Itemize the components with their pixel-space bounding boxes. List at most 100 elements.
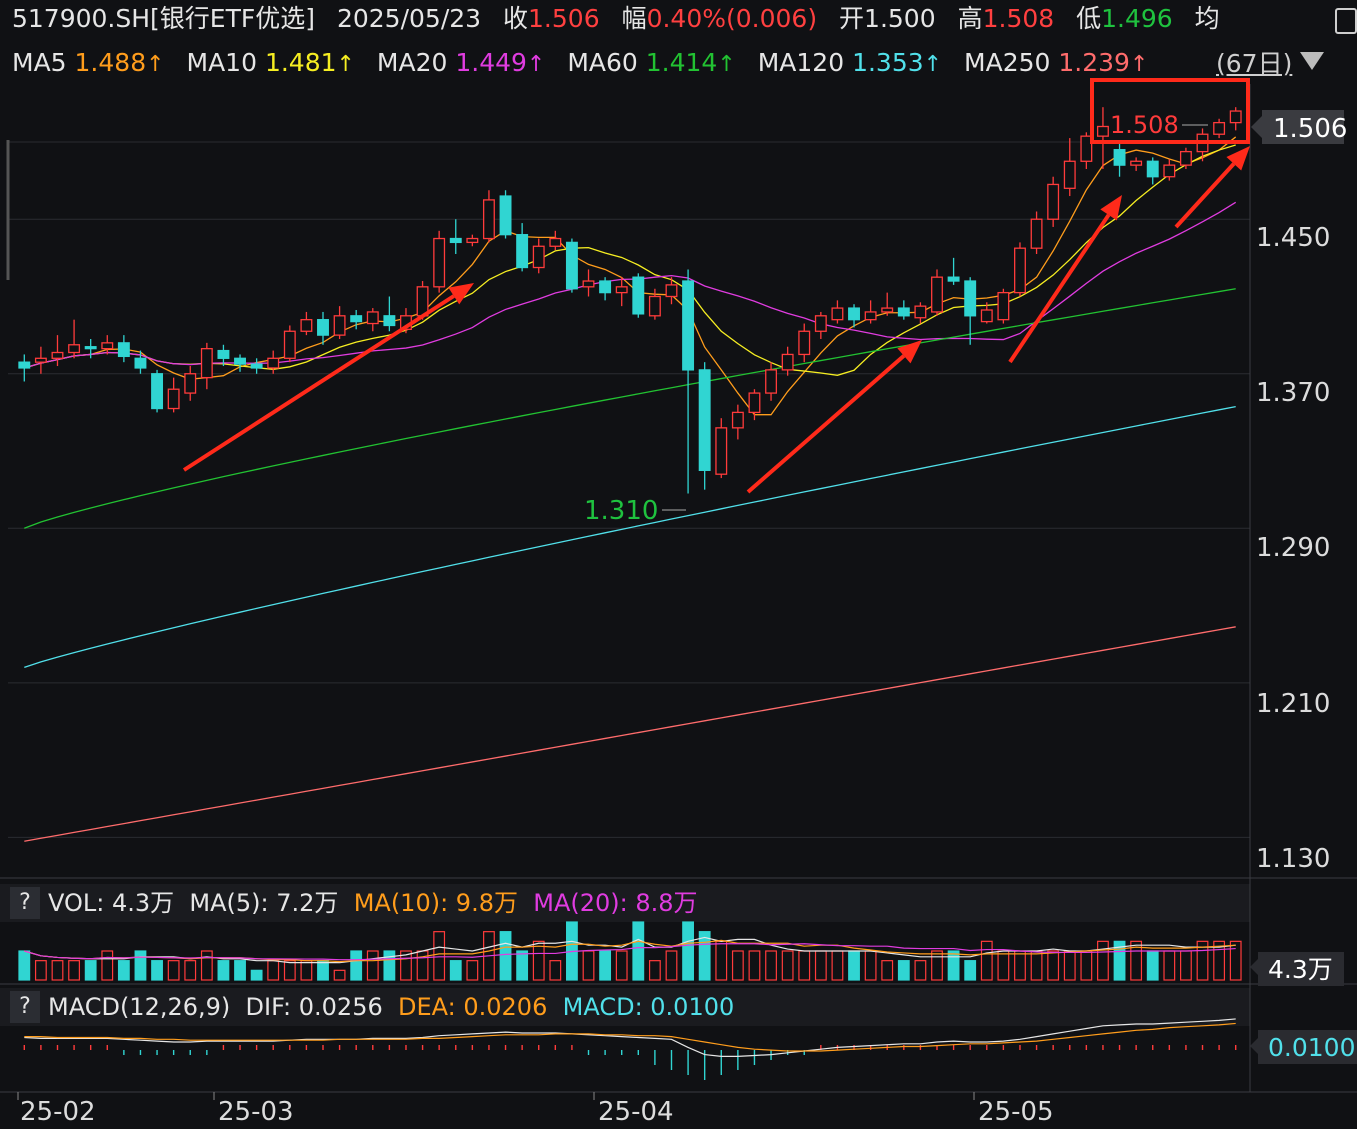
price-tick-1130: 1.130 <box>1256 844 1330 874</box>
vol-label: VOL: 4.3万 <box>48 889 175 917</box>
volume-bar <box>68 960 80 981</box>
volume-bar <box>964 960 977 981</box>
volume-bar <box>748 950 761 981</box>
candle-body <box>897 307 910 317</box>
candle-body <box>1229 110 1242 124</box>
candle-body <box>1030 218 1043 249</box>
candle-body <box>1163 164 1176 178</box>
price-tick-1370: 1.370 <box>1256 378 1330 408</box>
candle-body <box>449 237 462 244</box>
volume-bar <box>980 940 993 981</box>
candle-body <box>1047 183 1060 220</box>
candle-body <box>51 351 64 359</box>
candle-body <box>84 346 97 350</box>
candle-body <box>366 311 379 325</box>
volume-bar <box>798 950 811 981</box>
candle-body <box>864 311 877 321</box>
dif-label: DIF: 0.0256 <box>245 993 383 1021</box>
vol-ma5-label: MA(5): 7.2万 <box>189 889 339 917</box>
candle-body <box>931 276 943 313</box>
volume-legend: VOL: 4.3万 MA(5): 7.2万 MA(10): 9.8万 MA(20… <box>48 887 698 919</box>
volume-bar <box>599 950 612 981</box>
candle-body <box>234 357 246 365</box>
candle-body <box>1213 121 1226 135</box>
candle-body <box>980 309 993 323</box>
volume-bar <box>234 960 246 981</box>
candle-body <box>798 330 811 356</box>
macd-help-button[interactable]: ? <box>10 991 40 1023</box>
candle-body <box>200 347 213 379</box>
volume-bar <box>864 950 877 981</box>
price-tick-1210: 1.210 <box>1256 689 1330 719</box>
date-label-may: 25-05 <box>978 1097 1054 1127</box>
macd-histogram <box>23 1045 1237 1080</box>
volume-bar <box>466 960 479 981</box>
candle-body <box>134 357 147 369</box>
ma250-line <box>24 626 1236 842</box>
candle-body <box>18 361 31 369</box>
volume-bar <box>200 950 213 981</box>
volume-help-button[interactable]: ? <box>10 887 40 919</box>
volume-bar <box>1097 940 1109 981</box>
volume-bar <box>516 950 529 981</box>
candle-body <box>433 237 446 288</box>
high-marker: 1.508 <box>1110 111 1179 139</box>
volume-bar <box>267 960 280 981</box>
volume-bar <box>217 960 230 981</box>
candles <box>18 107 1242 494</box>
volume-bar <box>848 950 860 981</box>
candle-body <box>267 357 280 369</box>
candle-body <box>250 363 263 369</box>
volume-bar <box>914 960 927 981</box>
candle-body <box>217 349 230 359</box>
volume-bar <box>134 950 147 981</box>
volume-bar <box>1030 950 1043 981</box>
candle-body <box>482 199 495 240</box>
volume-bar <box>433 931 446 981</box>
candle-body <box>599 280 612 294</box>
volume-bar <box>1163 950 1176 981</box>
volume-bar <box>18 950 31 981</box>
volume-bar <box>350 950 363 981</box>
volume-bar <box>449 960 462 981</box>
volume-bar <box>765 950 777 981</box>
current-price-tag: 1.506 <box>1273 114 1347 144</box>
date-label-apr: 25-04 <box>598 1097 674 1127</box>
volume-bar <box>101 950 114 981</box>
volume-bar <box>781 950 794 981</box>
macd-current-tag: 0.0100 <box>1268 1033 1355 1062</box>
volume-bar <box>831 950 844 981</box>
volume-bar <box>1180 950 1192 981</box>
volume-bar <box>947 950 960 981</box>
candle-body <box>1014 247 1026 294</box>
candle-body <box>151 373 164 410</box>
candle-body <box>383 315 396 327</box>
macd-legend: MACD(12,26,9) DIF: 0.0256 DEA: 0.0206 MA… <box>48 991 734 1023</box>
candle-body <box>748 392 761 414</box>
candle-body <box>167 388 180 410</box>
candle-body <box>565 241 578 290</box>
candle-body <box>582 280 595 288</box>
candle-body <box>466 237 479 244</box>
macd-title: MACD(12,26,9) <box>48 993 231 1021</box>
kline-chart[interactable]: 1.508 1.310 1.450 1.370 1.290 1.210 1.13… <box>0 0 1357 1129</box>
ma-lines <box>24 136 1237 842</box>
price-tick-1450: 1.450 <box>1256 223 1330 253</box>
volume-bar <box>814 950 827 981</box>
date-label-feb: 25-02 <box>20 1097 96 1127</box>
candle-body <box>283 330 296 359</box>
candle-body <box>1146 160 1159 178</box>
volume-bar <box>648 960 661 981</box>
volume-bar <box>34 960 47 981</box>
volume-bar <box>632 921 645 981</box>
low-marker: 1.310 <box>584 496 658 526</box>
volume-bar <box>383 950 396 981</box>
macd-tag-pointer <box>1250 1038 1258 1054</box>
candle-body <box>333 315 346 336</box>
volume-bar <box>1063 950 1076 981</box>
candle-body <box>615 286 628 294</box>
candle-body <box>831 307 844 321</box>
vol-ma10-label: MA(10): 9.8万 <box>353 889 518 917</box>
candle-body <box>532 245 545 269</box>
volume-bar <box>499 931 512 981</box>
